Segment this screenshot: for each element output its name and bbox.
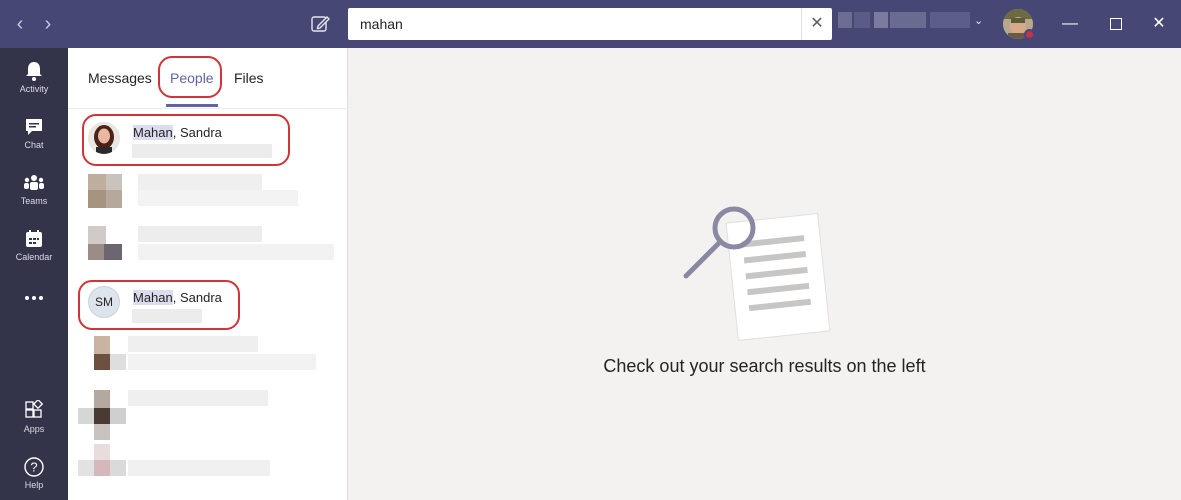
rail-label: Chat: [24, 140, 44, 150]
help-icon: ?: [24, 457, 44, 477]
list-item[interactable]: SM Mahan, Sandra: [68, 280, 348, 336]
list-item-blurred[interactable]: [68, 224, 348, 280]
tab-files[interactable]: Files: [234, 70, 264, 86]
search-box: ✕: [348, 8, 832, 40]
rail-label: Apps: [23, 424, 45, 434]
teams-icon: [24, 175, 44, 190]
avatar: SM: [88, 286, 120, 318]
tab-people[interactable]: People: [170, 70, 214, 86]
minimize-icon[interactable]: —: [1047, 8, 1093, 40]
svg-text:?: ?: [30, 460, 37, 475]
busy-status-badge: [1024, 29, 1035, 40]
rail-item-help[interactable]: ? Help: [0, 448, 68, 500]
rail-label: Activity: [19, 84, 49, 94]
chevron-down-icon[interactable]: ⌄: [974, 14, 983, 27]
list-item-blurred[interactable]: [68, 170, 348, 224]
empty-state-panel: Check out your search results on the lef…: [348, 48, 1181, 500]
rail-label: Teams: [20, 196, 48, 206]
tab-messages[interactable]: Messages: [88, 70, 152, 86]
more-apps-button[interactable]: [0, 280, 68, 320]
back-arrow-icon[interactable]: ‹: [8, 10, 32, 38]
rail-item-teams[interactable]: Teams: [0, 164, 68, 216]
blurred-detail: [132, 309, 202, 323]
bell-icon: [26, 62, 42, 81]
rail-item-calendar[interactable]: Calendar: [0, 220, 68, 272]
search-input[interactable]: [348, 8, 800, 40]
tenant-name-blurred[interactable]: [838, 12, 970, 28]
person-name: Mahan, Sandra: [133, 290, 222, 305]
rail-label: Calendar: [15, 252, 53, 262]
rail-item-chat[interactable]: Chat: [0, 108, 68, 160]
list-item-blurred[interactable]: [68, 442, 348, 496]
active-tab-indicator: [166, 104, 218, 107]
rail-label: Help: [24, 480, 44, 490]
calendar-icon: [26, 230, 42, 247]
person-name: Mahan, Sandra: [133, 125, 222, 140]
list-item-blurred[interactable]: [68, 336, 348, 390]
magnifier-document-icon: [683, 206, 831, 342]
title-bar: ‹ › ✕ ⌄ — ✕: [0, 0, 1181, 48]
maximize-icon[interactable]: [1093, 8, 1139, 40]
forward-arrow-icon[interactable]: ›: [36, 10, 60, 38]
empty-state-message: Check out your search results on the lef…: [603, 356, 926, 376]
list-item-blurred[interactable]: [68, 388, 348, 442]
blurred-detail: [132, 144, 272, 158]
list-item[interactable]: Mahan, Sandra: [68, 116, 348, 170]
search-results-pane: Messages People Files Mahan, Sandra SM M…: [68, 48, 348, 500]
apps-icon: [25, 400, 44, 418]
clear-icon[interactable]: ✕: [801, 8, 832, 40]
rail-item-apps[interactable]: Apps: [0, 392, 68, 444]
avatar: [88, 122, 120, 154]
search-tabs: Messages People Files: [68, 48, 348, 109]
chat-icon: [26, 119, 42, 135]
rail-item-activity[interactable]: Activity: [0, 52, 68, 104]
compose-icon[interactable]: [306, 10, 334, 38]
close-icon[interactable]: ✕: [1136, 8, 1181, 40]
more-icon: [25, 296, 43, 300]
app-rail: Activity Chat Teams Calendar Apps ? Help: [0, 48, 68, 500]
